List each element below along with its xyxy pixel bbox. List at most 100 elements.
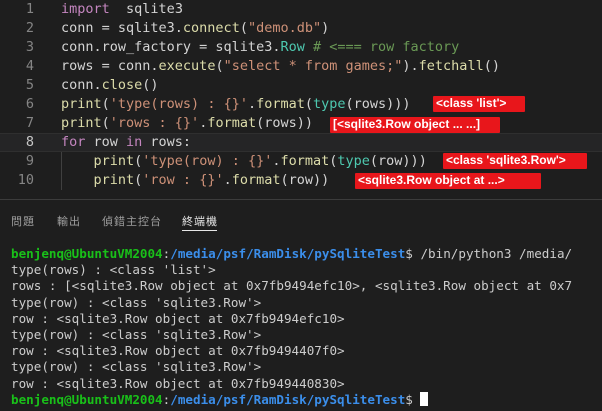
code-token: rows = conn. <box>61 58 159 74</box>
prompt-command: $ /bin/python3 /media/ <box>405 246 573 261</box>
code-token: # <=== row factory <box>312 39 460 55</box>
terminal-line: row : <sqlite3.Row object at 0x7fb9494ef… <box>11 310 345 326</box>
code-token: (rows))) <box>345 96 411 112</box>
code-token: execute <box>158 58 216 74</box>
code-token: "demo.db" <box>247 20 322 36</box>
code-text: import sqlite3 <box>61 0 183 19</box>
tab-problems[interactable]: 問題 <box>11 213 35 229</box>
terminal-output[interactable]: benjenq@UbuntuVM2004:/media/psf/RamDisk/… <box>11 246 602 408</box>
code-token: Row <box>280 39 305 55</box>
code-token: 'type(rows) : {}' <box>109 96 248 112</box>
line-number: 9 <box>25 153 34 169</box>
code-token: . <box>223 172 232 188</box>
line-number: 1 <box>25 1 34 17</box>
code-token: () <box>483 58 500 74</box>
code-token: print <box>93 172 135 188</box>
code-text: conn.row_factory = sqlite3.Row # <=== ro… <box>61 38 459 57</box>
code-text: print('row : {}'.format(row)) <box>61 171 330 190</box>
code-token: close <box>101 77 143 93</box>
code-line[interactable]: 2 conn = sqlite3.connect("demo.db") <box>0 19 602 38</box>
code-token: type <box>337 153 370 169</box>
code-token: conn. <box>61 77 102 93</box>
code-token: . <box>247 96 257 112</box>
code-token: () <box>142 77 159 93</box>
code-token: format <box>207 115 257 131</box>
code-token: connect <box>182 20 240 36</box>
code-token: ( <box>239 20 248 36</box>
terminal-line: type(row) : <class 'sqlite3.Row'> <box>11 359 262 375</box>
line-number: 5 <box>25 77 34 93</box>
code-text: conn.close() <box>61 76 159 95</box>
terminal-line: type(rows) : <class 'list'> <box>11 262 216 278</box>
code-token: 'type(row) : {}' <box>142 153 273 169</box>
prompt-user: benjenq@UbuntuVM2004 <box>11 391 163 407</box>
code-token: ( <box>101 115 110 131</box>
code-token: (rows)) <box>256 115 314 131</box>
code-line[interactable]: 5 conn.close() <box>0 76 602 95</box>
code-line[interactable]: 3 conn.row_factory = sqlite3.Row # <=== r… <box>0 38 602 57</box>
code-text: conn = sqlite3.connect("demo.db") <box>61 19 329 38</box>
terminal-prompt-line: benjenq@UbuntuVM2004:/media/psf/RamDisk/… <box>11 246 573 261</box>
terminal-line: type(row) : <class 'sqlite3.Row'> <box>11 326 262 342</box>
line-number: 2 <box>25 20 34 36</box>
code-text: print('rows : {}'.format(rows)) <box>61 114 313 133</box>
annotation-label: [<sqlite3.Row object ... ...] <box>330 117 500 133</box>
code-line[interactable]: 7 print('rows : {}'.format(rows)) <box>0 114 602 133</box>
code-token: type <box>313 96 346 112</box>
code-token: print <box>93 153 135 169</box>
code-token: conn = sqlite3. <box>61 20 183 36</box>
line-number: 10 <box>17 172 34 188</box>
terminal-line: rows : [<sqlite3.Row object at 0x7fb9494… <box>11 278 573 294</box>
code-token: format <box>280 153 330 169</box>
code-text: rows = conn.execute("select * from games… <box>61 57 500 76</box>
code-line[interactable]: 1 import sqlite3 <box>0 0 602 19</box>
code-token: "select * from games;" <box>223 58 403 74</box>
code-token: format <box>256 96 305 112</box>
code-token: print <box>61 96 102 112</box>
code-text: print('type(row) : {}'.format(type(row))… <box>61 152 427 171</box>
terminal-line: type(row) : <class 'sqlite3.Row'> <box>11 294 262 310</box>
terminal-final-prompt: benjenq@UbuntuVM2004:/media/psf/RamDisk/… <box>11 391 602 408</box>
code-token: ( <box>101 96 110 112</box>
line-number: 7 <box>25 115 34 131</box>
code-token: (row))) <box>369 153 427 169</box>
prompt-path: /media/psf/RamDisk/pySqliteTest <box>170 246 406 261</box>
code-editor[interactable]: 1 import sqlite3 2 conn = sqlite3.connect("… <box>0 0 602 199</box>
terminal-line: row : <sqlite3.Row object at 0x7fb949440… <box>11 343 345 359</box>
code-text: for row in rows: <box>61 134 191 151</box>
code-token: for <box>61 134 86 150</box>
code-token: format <box>231 172 281 188</box>
panel-tabs: 問題 輸出 偵錯主控台 終端機 <box>0 200 602 238</box>
prompt-suffix: $ <box>405 391 421 407</box>
line-number: 8 <box>25 134 34 150</box>
annotation-label: <class 'list'> <box>433 96 525 112</box>
code-token: print <box>61 115 102 131</box>
tab-terminal[interactable]: 終端機 <box>182 213 218 231</box>
code-token: in <box>126 134 143 150</box>
code-token: row <box>85 134 127 150</box>
line-number: 3 <box>25 39 34 55</box>
terminal-line: row : <sqlite3.Row object at 0x7fb949440… <box>11 375 345 391</box>
line-number: 4 <box>25 58 34 74</box>
code-token: 'row : {}' <box>142 172 224 188</box>
code-text: print('type(rows) : {}'.format(type(rows… <box>61 95 411 114</box>
bottom-panel: 問題 輸出 偵錯主控台 終端機 benjenq@UbuntuVM2004:/me… <box>0 199 602 411</box>
annotation-label: <class 'sqlite3.Row'> <box>443 153 587 169</box>
terminal-cursor <box>420 391 429 406</box>
code-token: ). <box>402 58 419 74</box>
code-token: ( <box>215 58 224 74</box>
code-token: sqlite3 <box>126 1 183 17</box>
code-line[interactable]: 8 for row in rows: <box>0 133 602 152</box>
tab-debug-console[interactable]: 偵錯主控台 <box>102 213 162 229</box>
line-number: 6 <box>25 96 34 112</box>
code-token: ) <box>321 20 330 36</box>
code-token: conn.row_factory = sqlite3. <box>61 39 281 55</box>
tab-output[interactable]: 輸出 <box>57 213 81 229</box>
code-line[interactable]: 4 rows = conn.execute("select * from game… <box>0 57 602 76</box>
prompt-user: benjenq@UbuntuVM2004 <box>11 246 163 261</box>
code-token: ( <box>304 96 314 112</box>
